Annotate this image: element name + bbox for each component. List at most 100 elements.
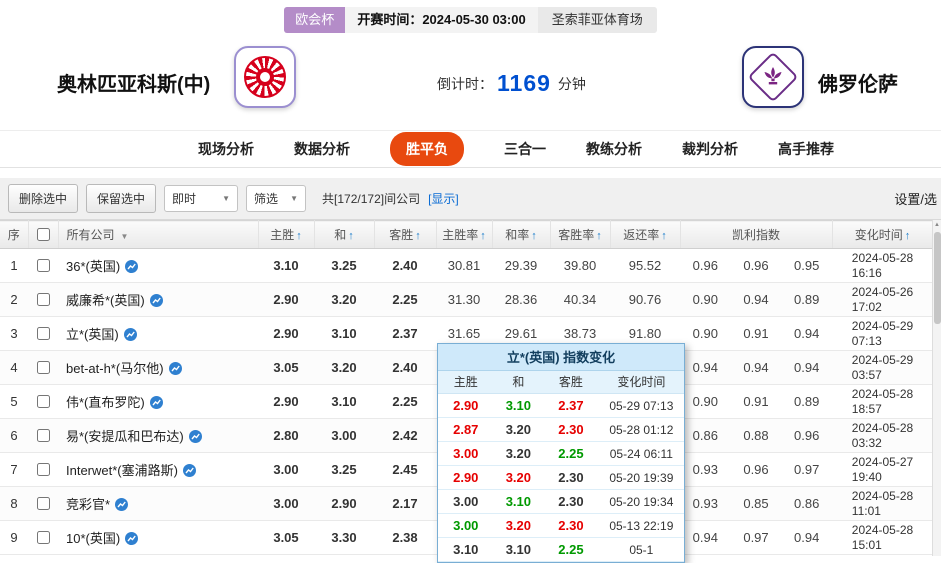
row-checkbox[interactable] <box>37 361 50 374</box>
change-time: 2024-05-29 07:13 <box>851 318 914 348</box>
scrollbar-thumb[interactable] <box>934 232 941 324</box>
company-cell: Interwet*(塞浦路斯) <box>58 452 258 487</box>
company-trend-icon[interactable] <box>182 464 196 477</box>
company-trend-icon[interactable] <box>123 328 137 341</box>
company-name-link[interactable]: 立*(英国) <box>66 327 119 342</box>
scroll-up-icon[interactable]: ▲ <box>933 220 941 230</box>
odds-change-popup: 立*(英国) 指数变化 主胜 和 客胜 变化时间 2.90 3.10 2.37 05-… <box>437 343 685 563</box>
popup-odds-row: 3.10 3.10 2.25 05-1 <box>438 538 684 562</box>
row-index: 1 <box>0 248 28 283</box>
col-header-home-rate[interactable]: 主胜率 ↑ <box>436 220 493 249</box>
company-name-link[interactable]: bet-at-h*(马尔他) <box>66 361 164 376</box>
col-header-return-rate[interactable]: 返还率 ↑ <box>610 220 681 249</box>
sort-up-icon: ↑ <box>596 230 602 242</box>
row-select-cell <box>28 248 58 283</box>
company-trend-icon[interactable] <box>188 430 202 443</box>
venue: 圣索菲亚体育场 <box>537 7 657 33</box>
row-checkbox[interactable] <box>37 293 50 306</box>
tab-expert-picks[interactable]: 高手推荐 <box>778 139 834 159</box>
change-time-cell: 2024-05-29 07:13 <box>832 316 933 351</box>
company-cell: 10*(英国) <box>58 520 258 555</box>
company-cell: 竞彩官* <box>58 486 258 521</box>
tab-coach-analysis[interactable]: 教练分析 <box>586 139 642 159</box>
popup-away-odds: 2.30 <box>558 494 584 509</box>
draw-rate: 28.36 <box>492 282 550 317</box>
filter-dropdown[interactable]: 筛选 ▼ <box>246 185 307 212</box>
row-index: 7 <box>0 452 28 487</box>
tab-data-analysis[interactable]: 数据分析 <box>294 139 350 159</box>
tab-referee-analysis[interactable]: 裁判分析 <box>682 139 738 159</box>
popup-odds-row: 2.90 3.20 2.30 05-20 19:39 <box>438 466 684 490</box>
draw-odds: 3.20 <box>314 350 374 385</box>
row-checkbox[interactable] <box>37 327 50 340</box>
table-header-row: 序 所有公司 ▼ 主胜 ↑ 和 ↑ 客胜 ↑ 主胜率 ↑ 和率 ↑ 客胜率 ↑ 返还率 ↑ 凯利… <box>0 220 934 249</box>
row-index: 9 <box>0 520 28 555</box>
draw-odds: 2.90 <box>314 486 374 521</box>
col-header-company[interactable]: 所有公司 ▼ <box>58 220 259 249</box>
col-header-home[interactable]: 主胜 ↑ <box>258 220 315 249</box>
row-checkbox[interactable] <box>37 395 50 408</box>
sort-up-icon: ↑ <box>904 230 911 242</box>
company-trend-icon[interactable] <box>125 532 139 545</box>
popup-odds-row: 2.87 3.20 2.30 05-28 01:12 <box>438 418 684 442</box>
col-header-draw[interactable]: 和 ↑ <box>314 220 375 249</box>
settings-link[interactable]: 设置/选 <box>894 189 937 208</box>
company-name-link[interactable]: 威廉希*(英国) <box>66 293 145 308</box>
row-checkbox[interactable] <box>37 463 50 476</box>
home-win-odds: 3.00 <box>258 486 314 521</box>
kelly-draw: 0.88 <box>743 428 769 443</box>
company-trend-icon[interactable] <box>149 294 163 307</box>
away-win-odds: 2.42 <box>374 418 436 453</box>
company-name-link[interactable]: 36*(英国) <box>66 259 120 274</box>
row-checkbox[interactable] <box>37 531 50 544</box>
tab-three-in-one[interactable]: 三合一 <box>504 139 546 159</box>
company-name-link[interactable]: 易*(安提瓜和巴布达) <box>66 429 184 444</box>
company-trend-icon[interactable] <box>115 498 129 511</box>
col-header-kelly[interactable]: 凯利指数 <box>680 220 833 249</box>
popup-home-odds: 2.87 <box>453 422 479 437</box>
row-checkbox[interactable] <box>37 497 50 510</box>
home-team-logo <box>234 46 296 108</box>
popup-home-odds: 2.90 <box>453 470 479 485</box>
kickoff-value: 2024-05-30 03:00 <box>422 12 526 27</box>
draw-odds: 3.20 <box>314 282 374 317</box>
company-trend-icon[interactable] <box>168 362 182 375</box>
company-name-link[interactable]: 伟*(直布罗陀) <box>66 395 145 410</box>
change-time-cell: 2024-05-28 03:32 <box>832 418 933 453</box>
tab-win-draw-lose[interactable]: 胜平负 <box>390 132 464 166</box>
company-name-link[interactable]: 竞彩官* <box>66 497 110 512</box>
select-all-checkbox[interactable] <box>37 228 50 241</box>
countdown-minutes: 1169 <box>497 70 551 96</box>
kelly-home: 0.90 <box>692 394 718 409</box>
col-header-away-rate[interactable]: 客胜率 ↑ <box>550 220 611 249</box>
company-name-link[interactable]: 10*(英国) <box>66 531 120 546</box>
keep-selected-button[interactable]: 保留选中 <box>86 184 157 213</box>
popup-away-odds: 2.25 <box>558 542 584 557</box>
company-trend-icon[interactable] <box>125 260 139 273</box>
odds-mode-dropdown[interactable]: 即时 ▼ <box>164 185 239 212</box>
col-header-change-time[interactable]: 变化时间 ↑ <box>832 220 934 249</box>
away-win-rate: 39.80 <box>550 248 610 283</box>
popup-draw-odds: 3.20 <box>505 518 531 533</box>
delete-selected-button[interactable]: 删除选中 <box>8 184 79 213</box>
company-filter-arrow-icon[interactable]: ▼ <box>121 232 129 241</box>
row-checkbox[interactable] <box>37 259 50 272</box>
show-link[interactable]: [显示] <box>428 190 459 207</box>
change-time: 2024-05-28 18:57 <box>851 386 914 416</box>
col-header-index[interactable]: 序 <box>0 220 29 249</box>
kelly-away: 0.86 <box>794 496 820 511</box>
col-header-draw-rate[interactable]: 和率 ↑ <box>492 220 551 249</box>
vertical-scrollbar[interactable]: ▲ <box>932 220 941 556</box>
row-index: 2 <box>0 282 28 317</box>
kelly-home: 0.86 <box>692 428 718 443</box>
countdown-unit: 分钟 <box>557 75 586 92</box>
popup-home-odds: 3.00 <box>453 494 479 509</box>
tab-live-analysis[interactable]: 现场分析 <box>198 139 254 159</box>
toolbar: 删除选中 保留选中 即时 ▼ 筛选 ▼ 共[172/172]间公司 [显示] 设… <box>0 178 941 220</box>
row-checkbox[interactable] <box>37 429 50 442</box>
company-trend-icon[interactable] <box>149 396 163 409</box>
away-win-odds: 2.38 <box>374 520 436 555</box>
company-name-link[interactable]: Interwet*(塞浦路斯) <box>66 463 178 478</box>
col-header-away[interactable]: 客胜 ↑ <box>374 220 437 249</box>
away-win-odds: 2.40 <box>374 248 436 283</box>
